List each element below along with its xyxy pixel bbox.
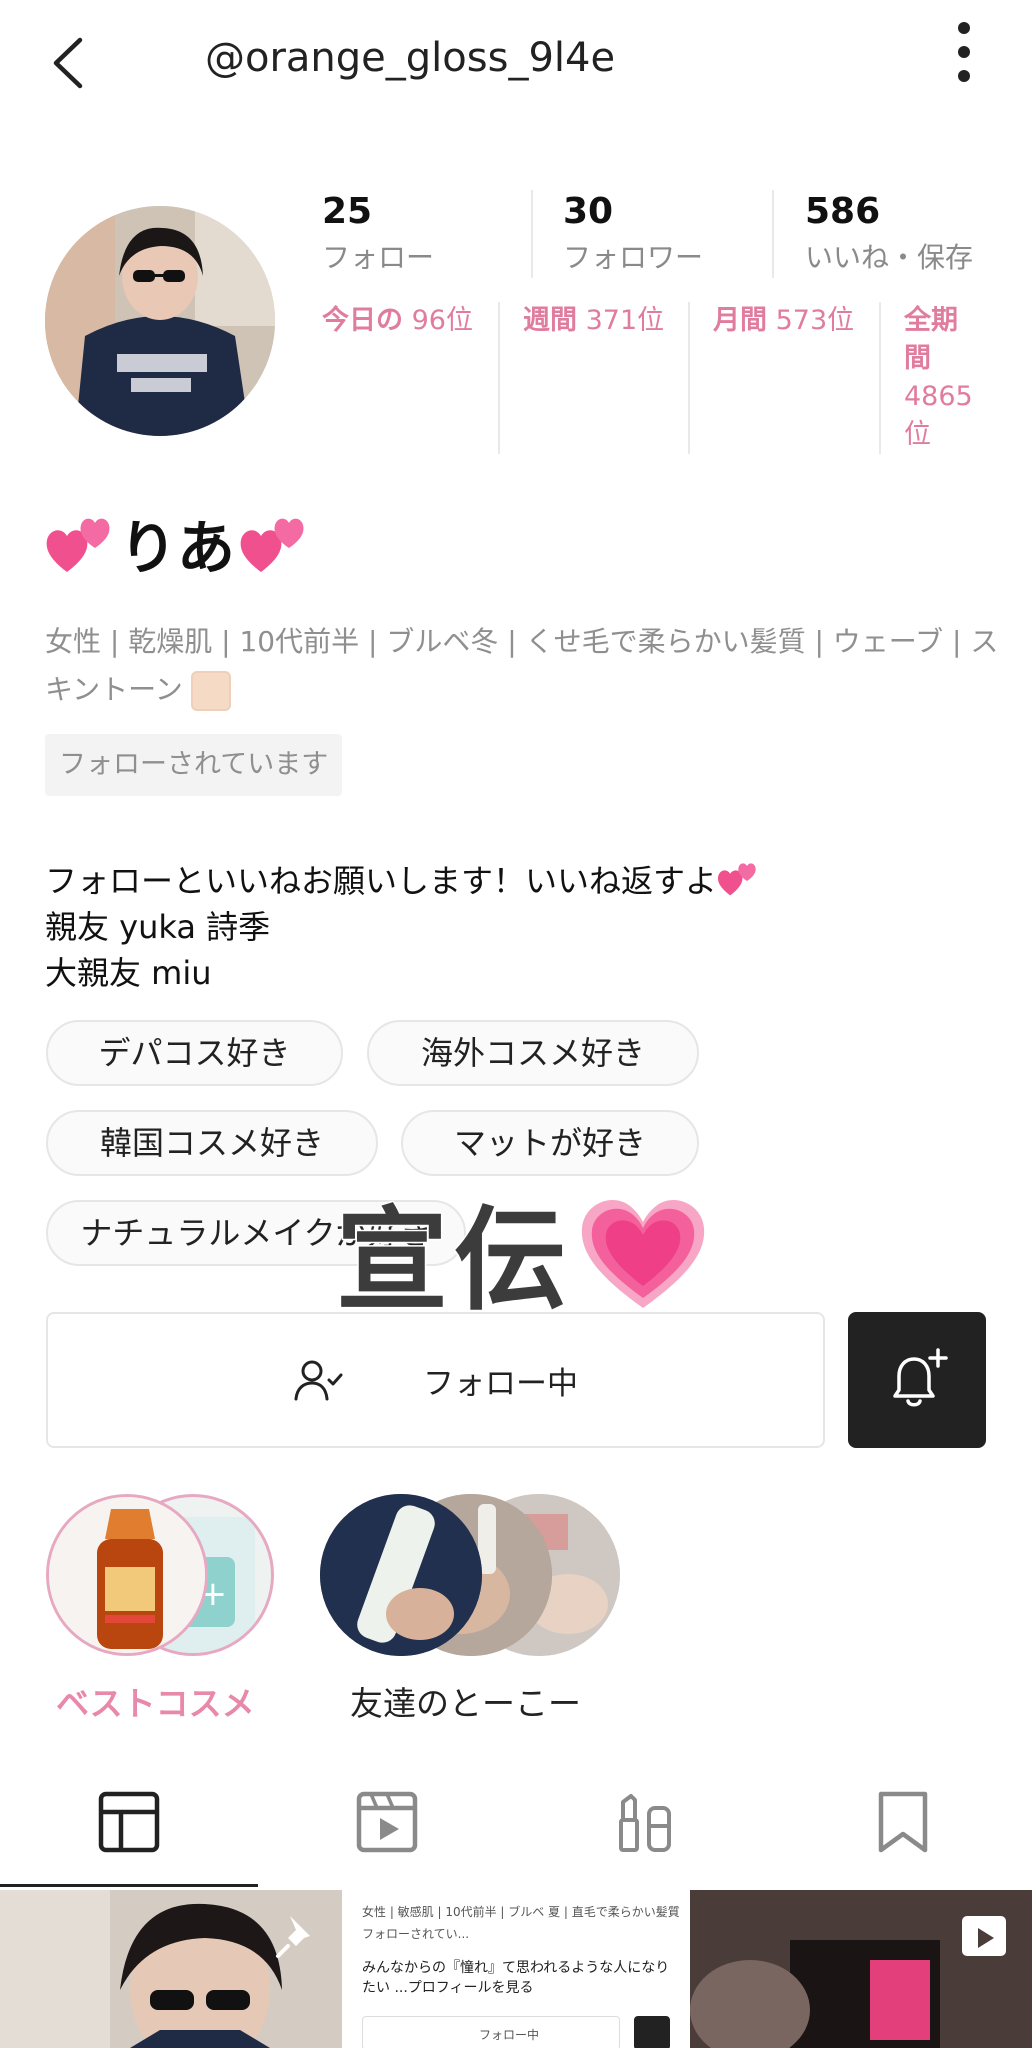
two-hearts-icon — [240, 518, 304, 572]
rank-week-value: 371位 — [585, 305, 665, 336]
video-play-icon — [356, 1791, 418, 1853]
stat-likes-saves[interactable]: 586 いいね・保存 — [805, 190, 973, 278]
post-thumbnail[interactable] — [690, 1890, 1032, 2048]
highlight-thumb — [46, 1494, 208, 1656]
highlight-thumb — [320, 1494, 482, 1656]
display-name-text: りあ — [119, 514, 236, 582]
divider — [772, 190, 774, 278]
video-play-icon — [962, 1916, 1006, 1956]
lipstick-icon — [619, 1794, 671, 1852]
followers-count: 30 — [563, 191, 614, 232]
interest-tag[interactable]: マットが好き — [401, 1110, 699, 1176]
grid-icon — [98, 1791, 160, 1853]
notification-bell-button[interactable] — [848, 1312, 986, 1448]
attributes-line: 女性 | 乾燥肌 | 10代前半 | ブルベ冬 | くせ毛で柔らかい髪質 | ウ… — [45, 625, 999, 658]
content-tabs — [0, 1770, 1032, 1888]
rank-all-value-1: 4865 — [904, 381, 973, 412]
top-bar: @orange_gloss_9l4e — [0, 0, 1032, 120]
active-tab-indicator — [0, 1884, 258, 1887]
rank-month-value: 573位 — [775, 305, 855, 336]
interest-tag[interactable]: 海外コスメ好き — [367, 1020, 699, 1086]
rank-week-label: 週間 — [523, 305, 577, 336]
preview-text: 女性 | 敏感肌 | 10代前半 | ブルベ 夏 | 直毛で柔らかい髪質 — [362, 1905, 680, 1919]
followers-label: フォロワー — [563, 241, 704, 274]
more-dot-icon — [958, 22, 970, 34]
rank-all-label-1: 全期 — [904, 305, 958, 336]
post-thumbnail[interactable]: 女性 | 敏感肌 | 10代前半 | ブルベ 夏 | 直毛で柔らかい髪質 フォロ… — [344, 1890, 688, 2048]
promo-text: 宣伝 — [335, 1195, 572, 1328]
likes-saves-label: いいね・保存 — [805, 241, 974, 274]
bio-line: フォローといいねお願いします！いいね返すよ — [45, 862, 718, 900]
two-hearts-icon — [46, 518, 110, 572]
more-dot-icon — [958, 46, 970, 58]
tab-videos[interactable] — [258, 1770, 516, 1888]
promo-overlay: 宣伝 — [335, 1186, 708, 1328]
profile-attributes: 女性 | 乾燥肌 | 10代前半 | ブルベ冬 | くせ毛で柔らかい髪質 | ウ… — [45, 618, 999, 714]
rank-today-value: 96位 — [411, 305, 473, 336]
preview-text: フォローされてい... — [362, 1927, 470, 1941]
rank-all-time[interactable]: 全期 間 4865 位 — [904, 302, 973, 454]
following-button-label: フォロー中 — [423, 1365, 578, 1402]
likes-saves-count: 586 — [805, 191, 881, 232]
tab-cosmetics[interactable] — [516, 1770, 774, 1888]
bookmark-icon — [878, 1791, 928, 1853]
divider — [879, 302, 881, 454]
user-check-icon — [294, 1360, 343, 1401]
skin-tone-swatch — [190, 671, 231, 711]
follows-you-badge: フォローされています — [45, 734, 343, 796]
rank-month[interactable]: 月間 573位 — [713, 302, 854, 340]
tab-posts[interactable] — [0, 1770, 258, 1888]
rank-week[interactable]: 週間 371位 — [523, 302, 664, 340]
highlight-label: 友達のとーこー — [350, 1684, 581, 1723]
highlight-best-cosme[interactable]: 0+ — [46, 1494, 276, 1664]
tab-saved[interactable] — [774, 1770, 1032, 1888]
pin-icon — [276, 1916, 310, 1958]
following-button[interactable]: フォロー中 — [46, 1312, 825, 1448]
post-thumbnail[interactable] — [0, 1890, 342, 2048]
highlight-label: ベストコスメ — [56, 1684, 255, 1723]
divider — [531, 190, 533, 278]
highlight-friends-posts[interactable] — [320, 1494, 620, 1664]
rank-month-label: 月間 — [713, 305, 767, 336]
back-button[interactable] — [44, 30, 100, 96]
preview-text: みんなからの『憧れ』て思われるような人になり — [362, 1960, 670, 1976]
preview-text: フォロー中 — [479, 2028, 540, 2042]
profile-avatar[interactable] — [45, 206, 275, 436]
post-grid: 女性 | 敏感肌 | 10代前半 | ブルベ 夏 | 直毛で柔らかい髪質 フォロ… — [0, 1890, 1032, 2048]
chevron-left-icon — [53, 37, 83, 89]
avatar-photo — [45, 206, 275, 436]
following-label: フォロー — [322, 241, 435, 274]
rank-today-label: 今日の — [322, 305, 403, 336]
preview-text: たい ...プロフィールを見る — [362, 1980, 534, 1996]
bio-line: 大親友 miu — [45, 954, 212, 992]
divider — [498, 302, 500, 454]
rank-all-label-2: 間 — [904, 343, 931, 374]
rank-all-value-2: 位 — [904, 419, 931, 450]
stat-followers[interactable]: 30 フォロワー — [563, 190, 703, 278]
preview-bell-box — [634, 2016, 670, 2048]
two-hearts-icon — [717, 863, 756, 896]
profile-bio: フォローといいねお願いします！いいね返すよ 親友 yuka 詩季 大親友 miu — [45, 858, 759, 996]
divider — [688, 302, 690, 454]
attributes-line: キントーン — [45, 673, 183, 706]
interest-tag[interactable]: 韓国コスメ好き — [46, 1110, 378, 1176]
more-options-button[interactable] — [940, 16, 988, 86]
more-dot-icon — [958, 70, 970, 82]
following-count: 25 — [322, 191, 373, 232]
username-handle: @orange_gloss_9l4e — [205, 35, 616, 81]
stat-following[interactable]: 25 フォロー — [322, 190, 434, 278]
display-name: りあ — [45, 505, 309, 582]
bio-line: 親友 yuka 詩季 — [45, 908, 271, 946]
heart-icon — [581, 1200, 705, 1308]
rank-today[interactable]: 今日の 96位 — [322, 302, 473, 340]
preview-follow-box: フォロー中 — [362, 2016, 620, 2048]
interest-tag[interactable]: デパコス好き — [46, 1020, 343, 1086]
bell-plus-icon — [893, 1348, 948, 1407]
